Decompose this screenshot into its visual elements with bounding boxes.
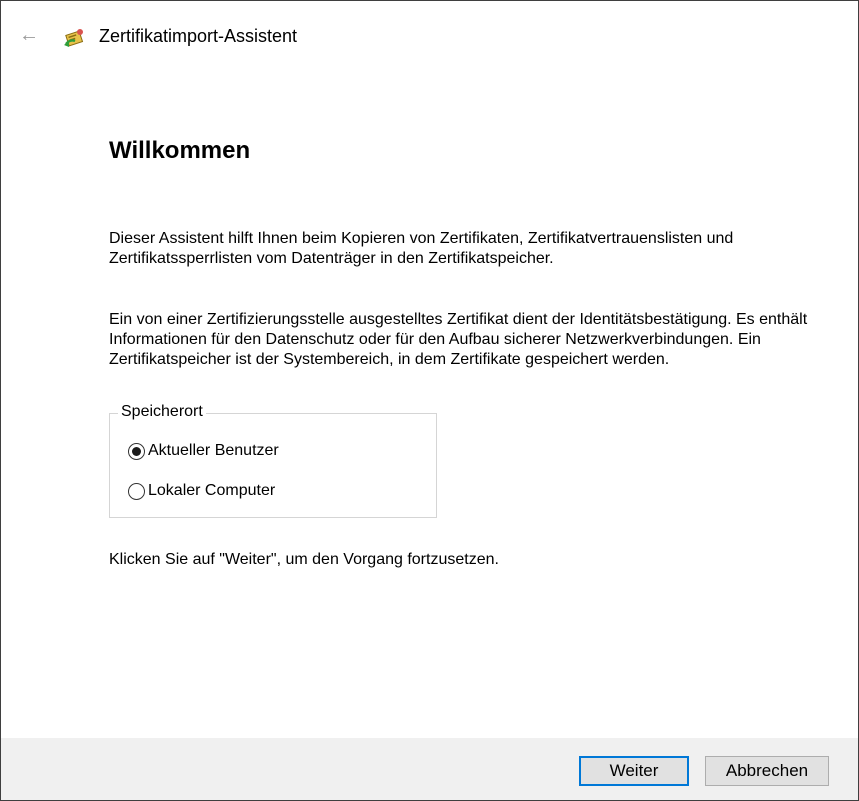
- button-bar: Weiter Abbrechen: [1, 738, 858, 800]
- cancel-button[interactable]: Abbrechen: [705, 756, 829, 786]
- title-bar: ← Zertifikatimport-Assistent: [1, 1, 858, 73]
- radio-local-machine[interactable]: Lokaler Computer: [128, 480, 275, 502]
- certificate-icon: [63, 25, 87, 49]
- back-arrow-icon[interactable]: ←: [17, 23, 41, 47]
- store-location-group: Speicherort Aktueller Benutzer Lokaler C…: [109, 403, 437, 518]
- page-heading: Willkommen: [109, 137, 251, 164]
- wizard-window: ← Zertifikatimport-Assistent Willkommen …: [0, 0, 859, 801]
- next-button[interactable]: Weiter: [579, 756, 689, 786]
- radio-button-checked[interactable]: [128, 442, 145, 460]
- store-location-legend: Speicherort: [118, 403, 206, 421]
- radio-button-unchecked[interactable]: [128, 482, 145, 500]
- intro-text: Dieser Assistent hilft Ihnen beim Kopier…: [109, 230, 734, 267]
- description-text: Ein von einer Zertifizierungsstelle ausg…: [109, 311, 808, 368]
- window-title: Zertifikatimport-Assistent: [99, 26, 298, 46]
- continue-hint-text: Klicken Sie auf "Weiter", um den Vorgang…: [109, 551, 499, 568]
- radio-label-current-user[interactable]: Aktueller Benutzer: [148, 442, 279, 460]
- radio-current-user[interactable]: Aktueller Benutzer: [128, 440, 279, 462]
- radio-label-local-machine[interactable]: Lokaler Computer: [148, 482, 275, 500]
